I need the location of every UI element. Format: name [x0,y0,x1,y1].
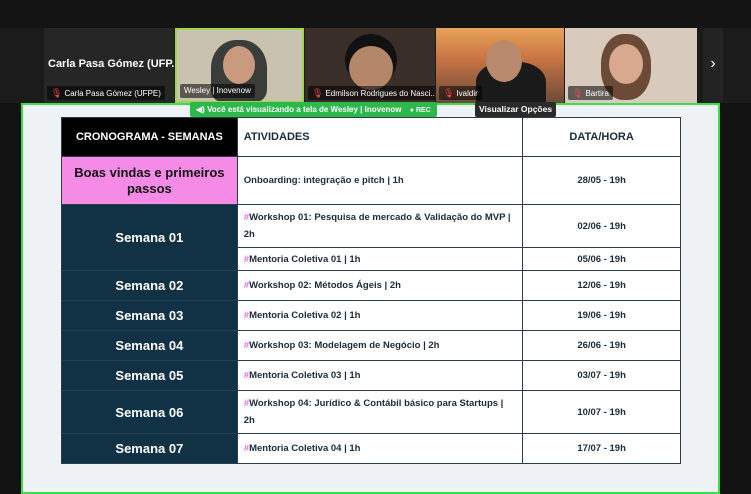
mic-muted-icon: 🎙︎ [312,88,324,98]
activity-cell: #Workshop 02: Métodos Ágeis | 2h [236,270,524,301]
chevron-right-icon: › [710,55,716,72]
participant-name-label: 🎙︎ Bartira [568,86,613,100]
activity-text: Workshop 02: Métodos Ágeis | 2h [249,280,401,291]
banner-text: Você está visualizando a tela de [207,105,329,114]
activity-cell: #Workshop 01: Pesquisa de mercado & Vali… [236,204,524,248]
activity-cell: Onboarding: integração e pitch | 1h [236,156,524,205]
date-cell: 03/07 - 19h [522,360,681,391]
mic-muted-icon: 🎙︎ [443,88,455,98]
activity-cell: #Mentoria Coletiva 03 | 1h [236,360,524,391]
mic-muted-icon: 🎙︎ [51,88,63,98]
date-cell: 12/06 - 19h [522,270,681,301]
top-bar [0,0,751,28]
date-cell: 02/06 - 19h [522,204,681,248]
speaker-icon: ◀) [196,105,205,114]
participant-name: Ivaldir [456,89,478,98]
participant-face [349,46,393,90]
presenter-name: Wesley | Inovenow [330,105,402,114]
table-row: Semana 06 #Workshop 04: Jurídico & Contá… [61,390,681,434]
next-participants-button[interactable]: › [703,28,723,103]
activity-text: Mentoria Coletiva 03 | 1h [249,370,361,381]
participant-face [609,44,643,84]
participant-tile-carla[interactable]: Carla Pasa Gómez (UFP... 🎙︎ Carla Pasa Gó… [44,28,174,103]
table-row: Semana 05 #Mentoria Coletiva 03 | 1h 03/… [61,360,681,391]
week-cell: Semana 05 [61,360,238,391]
participant-tile-ivaldir[interactable]: 🎙︎ Ivaldir [436,28,564,103]
activity-cell: #Mentoria Coletiva 02 | 1h [236,300,524,331]
table-row: Semana 02 #Workshop 02: Métodos Ágeis | … [61,270,681,301]
date-cell: 05/06 - 19h [522,247,681,271]
participant-strip: Carla Pasa Gómez (UFP... 🎙︎ Carla Pasa Gó… [0,28,751,103]
recording-indicator: ● REC [409,107,431,114]
activity-text: Workshop 04: Jurídico & Contábil básico … [243,398,504,426]
week-cell: Semana 07 [61,433,238,464]
activity-text: Mentoria Coletiva 01 | 1h [249,253,361,265]
participant-face [486,40,522,82]
mic-muted-icon: 🎙︎ [572,88,584,98]
view-options-button[interactable]: Visualizar Opções [475,102,557,117]
table-row: Boas vindas e primeiros passos Onboardin… [61,156,681,205]
activity-cell: #Workshop 04: Jurídico & Contábil básico… [236,390,524,434]
shared-screen: CRONOGRAMA - SEMANAS ATIVIDADES DATA/HOR… [21,103,720,494]
date-cell: 17/07 - 19h [522,433,681,464]
activity-text: Workshop 01: Pesquisa de mercado & Valid… [243,212,511,240]
screen-share-banner: ◀) Você está visualizando a tela de Wesl… [190,102,437,117]
participant-tile-wesley[interactable]: Wesley | Inovenow [175,28,304,103]
table-row: Semana 04 #Workshop 03: Modelagem de Neg… [61,330,681,361]
participant-name-label: Wesley | Inovenow [180,84,255,98]
week-cell: Semana 04 [61,330,238,361]
date-cell: 19/06 - 19h [522,300,681,331]
participant-name-label: 🎙︎ Ivaldir [439,86,482,100]
activity-text: Workshop 03: Modelagem de Negócio | 2h [249,340,440,351]
week-cell: Semana 06 [61,390,238,434]
participant-name-label: 🎙︎ Edmilson Rodrigues do Nasci... [308,86,435,100]
date-cell: 26/06 - 19h [522,330,681,361]
table-row: Semana 01 #Workshop 01: Pesquisa de merc… [61,204,681,271]
activity-cell: #Mentoria Coletiva 01 | 1h [236,247,524,271]
date-cell: 10/07 - 19h [522,390,681,434]
participant-tile-bartira[interactable]: 🎙︎ Bartira [565,28,697,103]
week-cell: Semana 02 [61,270,238,301]
participant-face [223,46,255,84]
activity-text: Mentoria Coletiva 04 | 1h [249,443,361,454]
schedule-table: CRONOGRAMA - SEMANAS ATIVIDADES DATA/HOR… [61,117,681,464]
activity-cell: #Workshop 03: Modelagem de Negócio | 2h [236,330,524,361]
header-activities: ATIVIDADES [236,117,524,157]
table-row: Semana 07 #Mentoria Coletiva 04 | 1h 17/… [61,433,681,464]
header-datetime: DATA/HORA [522,117,681,157]
header-weeks: CRONOGRAMA - SEMANAS [61,117,238,157]
table-row: Semana 03 #Mentoria Coletiva 02 | 1h 19/… [61,300,681,331]
participant-name: Wesley | Inovenow [184,86,251,95]
participant-name-label: 🎙︎ Carla Pasa Gómez (UFPE) [47,86,165,100]
participant-name: Carla Pasa Gómez (UFPE) [64,89,161,98]
week-cell: Boas vindas e primeiros passos [61,156,238,205]
participant-tile-title: Carla Pasa Gómez (UFP... [48,58,174,70]
activity-text: Mentoria Coletiva 02 | 1h [249,310,361,321]
participant-name: Bartira [585,89,609,98]
rec-label: REC [415,107,431,114]
activity-cell: #Mentoria Coletiva 04 | 1h [236,433,524,464]
participant-name: Edmilson Rodrigues do Nasci... [325,89,435,98]
week-cell: Semana 03 [61,300,238,331]
week-cell: Semana 01 [61,204,238,271]
participant-tile-edmilson[interactable]: 🎙︎ Edmilson Rodrigues do Nasci... [305,28,435,103]
date-cell: 28/05 - 19h [522,156,681,205]
